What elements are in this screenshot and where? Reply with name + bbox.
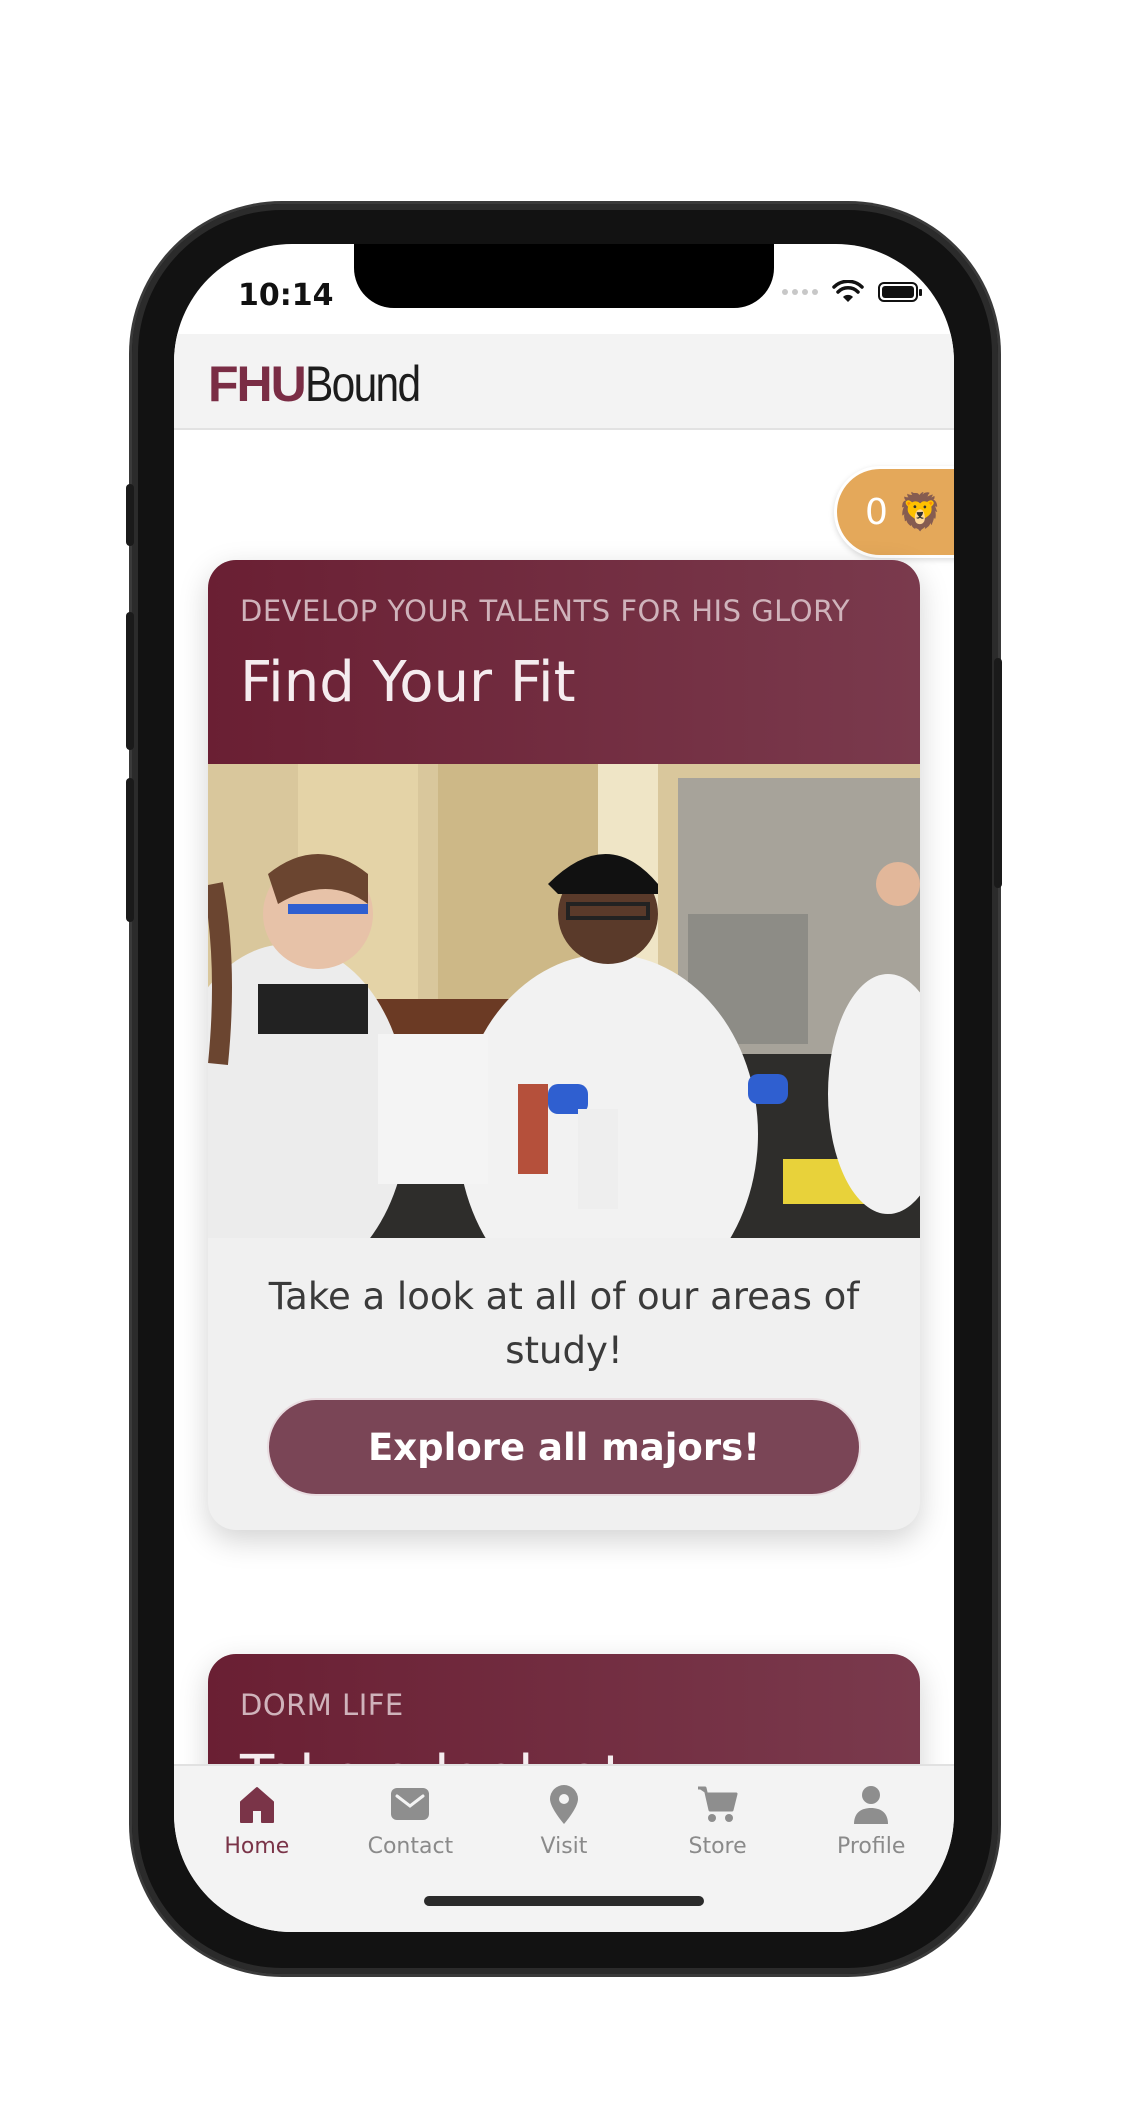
tab-label: Contact — [367, 1834, 454, 1859]
map-pin-icon — [549, 1785, 578, 1824]
dorm-life-card: DORM LIFE Take a look at — [208, 1654, 920, 1764]
mail-icon — [391, 1788, 430, 1820]
tab-visit[interactable]: Visit — [494, 1766, 634, 1859]
tab-bar: Home Contact Visit Store Profile — [174, 1764, 954, 1932]
explore-majors-button[interactable]: Explore all majors! — [269, 1400, 859, 1494]
tab-label: Profile — [836, 1834, 906, 1859]
logo-fhu: FHU — [208, 356, 307, 412]
user-icon — [854, 1786, 889, 1824]
lab-photo — [208, 764, 920, 1238]
card-eyebrow: DEVELOP YOUR TALENTS FOR HIS GLORY — [240, 594, 851, 628]
card-title: Take a look at — [240, 1744, 888, 1764]
lion-icon: 🦁 — [897, 492, 943, 533]
tab-store[interactable]: Store — [648, 1766, 788, 1859]
home-indicator[interactable] — [424, 1896, 704, 1906]
phone-screen: 10:14 FHUBound 0 🦁 DEVELOP YOUR TALENTS … — [174, 244, 954, 1932]
volume-up-button — [126, 612, 134, 750]
points-badge[interactable]: 0 🦁 — [834, 466, 954, 558]
tab-label: Store — [688, 1834, 747, 1859]
signal-icon — [782, 289, 818, 295]
status-time: 10:14 — [238, 278, 334, 313]
power-button — [994, 658, 1002, 888]
volume-down-button — [126, 778, 134, 922]
tab-contact[interactable]: Contact — [340, 1766, 480, 1859]
home-icon — [239, 1787, 274, 1823]
find-your-fit-card: DEVELOP YOUR TALENTS FOR HIS GLORY Find … — [208, 560, 920, 1530]
status-indicators — [782, 280, 922, 304]
app-logo[interactable]: FHUBound — [208, 354, 439, 414]
logo-bound: Bound — [304, 356, 421, 412]
tab-profile[interactable]: Profile — [801, 1766, 941, 1859]
battery-icon — [878, 282, 922, 302]
lab-photo-illustration — [208, 764, 920, 1238]
app-header: FHUBound — [174, 334, 954, 430]
cart-icon — [697, 1786, 738, 1822]
tab-home[interactable]: Home — [187, 1766, 327, 1859]
card-description: Take a look at all of our areas of study… — [268, 1275, 860, 1372]
card-header: DORM LIFE Take a look at — [208, 1654, 920, 1764]
mute-switch — [126, 484, 134, 546]
scroll-content[interactable]: 0 🦁 DEVELOP YOUR TALENTS FOR HIS GLORY F… — [174, 430, 954, 1764]
notch — [354, 244, 774, 308]
wifi-icon — [832, 280, 864, 302]
card-eyebrow: DORM LIFE — [240, 1688, 404, 1722]
tab-label: Home — [224, 1834, 290, 1859]
card-header: DEVELOP YOUR TALENTS FOR HIS GLORY Find … — [208, 560, 920, 764]
points-count: 0 — [865, 491, 888, 533]
card-title: Find Your Fit — [240, 650, 576, 715]
tab-label: Visit — [540, 1834, 588, 1859]
